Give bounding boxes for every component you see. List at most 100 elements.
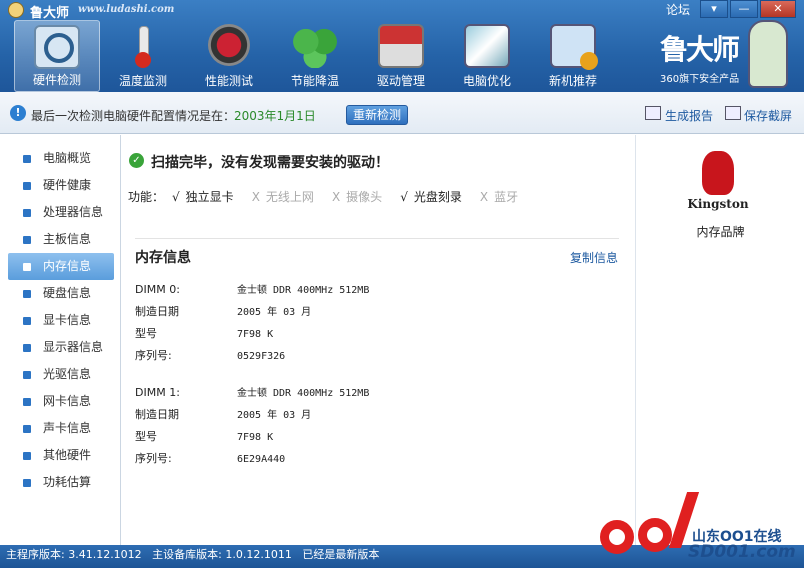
sidebar-item-label: 其他硬件: [43, 448, 92, 462]
sidebar-item-monitor[interactable]: 显示器信息: [8, 334, 114, 361]
mascot-icon: [748, 20, 788, 88]
sidebar-item-disk[interactable]: 硬盘信息: [8, 280, 114, 307]
info-value: 6E29A440: [237, 454, 286, 465]
feature-label: 独立显卡: [185, 190, 234, 204]
nav-label: 节能降温: [290, 74, 339, 88]
sidebar-item-optical[interactable]: 光驱信息: [8, 361, 114, 388]
bullet-icon: [23, 479, 31, 487]
app-logo-icon: [8, 2, 24, 18]
info-value: 金士顿 DDR 400MHz 512MB: [237, 388, 370, 399]
bullet-icon: [23, 263, 31, 271]
feature-item: X 摄像头: [332, 188, 382, 205]
sidebar-item-network[interactable]: 网卡信息: [8, 388, 114, 415]
info-key: DIMM 1:: [135, 386, 180, 399]
info-bar: ! 最后一次检测电脑硬件配置情况是在： 2003年1月1日 重新检测 生成报告 …: [0, 92, 804, 134]
info-key: DIMM 0:: [135, 283, 180, 296]
watermark-en: SD001.com: [688, 542, 796, 562]
feature-label: 摄像头: [346, 190, 383, 204]
brand-name: 鲁大师: [660, 33, 740, 66]
generate-report-link[interactable]: 生成报告: [665, 107, 713, 124]
sidebar-item-overview[interactable]: 电脑概览: [8, 145, 114, 172]
sidebar-item-label: 光驱信息: [43, 367, 92, 381]
info-row: DIMM 0: 金士顿 DDR 400MHz 512MB: [135, 281, 369, 296]
bullet-icon: [23, 209, 31, 217]
sidebar-item-memory[interactable]: 内存信息: [8, 253, 114, 280]
copy-info-link[interactable]: 复制信息: [570, 249, 618, 266]
feature-item: √ 光盘刻录: [400, 188, 462, 205]
sidebar-item-other[interactable]: 其他硬件: [8, 442, 114, 469]
info-row: 型号 7F98 K: [135, 428, 273, 444]
driver-box-icon: [378, 24, 424, 68]
check-icon: ✓: [129, 153, 144, 168]
sidebar-item-label: 声卡信息: [43, 421, 92, 435]
nav-hardware-detect[interactable]: 硬件检测: [14, 20, 100, 92]
nav-driver[interactable]: 驱动管理: [358, 20, 444, 92]
recheck-button[interactable]: 重新检测: [346, 105, 408, 125]
info-key: 制造日期: [135, 408, 179, 421]
nav-optimize[interactable]: 电脑优化: [444, 20, 530, 92]
feature-item: X 无线上网: [252, 188, 314, 205]
info-key: 制造日期: [135, 305, 179, 318]
main-nav: 硬件检测 温度监测 性能测试 节能降温 驱动管理 电脑优化 新机推荐: [14, 20, 616, 92]
nav-energy[interactable]: 节能降温: [272, 20, 358, 92]
report-icon: [645, 106, 661, 120]
camera-icon: [725, 106, 741, 120]
info-value: 2005 年 03 月: [237, 307, 312, 318]
info-row: 序列号: 0529F326: [135, 347, 285, 363]
speedometer-icon: [208, 24, 250, 66]
info-row: DIMM 1: 金士顿 DDR 400MHz 512MB: [135, 384, 369, 399]
brand-tagline: 360旗下安全产品: [660, 74, 740, 85]
nav-label: 温度监测: [118, 74, 167, 88]
sidebar-item-sound[interactable]: 声卡信息: [8, 415, 114, 442]
sidebar-item-motherboard[interactable]: 主板信息: [8, 226, 114, 253]
info-row: 制造日期 2005 年 03 月: [135, 406, 311, 422]
sidebar-item-cpu[interactable]: 处理器信息: [8, 199, 114, 226]
watermark-logo-icon: [638, 518, 672, 552]
monitor-broom-icon: [464, 24, 510, 68]
sidebar-item-label: 内存信息: [43, 259, 92, 273]
bullet-icon: [23, 317, 31, 325]
kingston-logo-text: Kingston: [687, 197, 749, 211]
menu-dropdown-button[interactable]: ▾: [700, 0, 728, 18]
sidebar-item-power[interactable]: 功耗估算: [8, 469, 114, 496]
nav-temperature[interactable]: 温度监测: [100, 20, 186, 92]
sidebar-item-label: 硬件健康: [43, 178, 92, 192]
nav-label: 硬件检测: [32, 73, 81, 87]
bullet-icon: [23, 398, 31, 406]
bullet-icon: [23, 425, 31, 433]
feature-mark: √: [172, 190, 180, 204]
bullet-icon: [23, 290, 31, 298]
sidebar-item-label: 硬盘信息: [43, 286, 92, 300]
close-button[interactable]: ✕: [760, 0, 796, 18]
last-check-date: 2003年1月1日: [234, 109, 316, 123]
bullet-icon: [23, 155, 31, 163]
nav-label: 驱动管理: [376, 74, 425, 88]
sidebar-item-health[interactable]: 硬件健康: [8, 172, 114, 199]
feature-label: 无线上网: [265, 190, 314, 204]
sidebar: 电脑概览 硬件健康 处理器信息 主板信息 内存信息 硬盘信息 显卡信息 显示器信…: [0, 135, 121, 545]
bullet-icon: [23, 182, 31, 190]
info-key: 型号: [135, 430, 157, 443]
info-value: 7F98 K: [237, 329, 274, 340]
features-label: 功能：: [128, 190, 165, 204]
app-url: www.ludashi.com: [78, 4, 175, 15]
nav-new-pc[interactable]: 新机推荐: [530, 20, 616, 92]
nav-performance[interactable]: 性能测试: [186, 20, 272, 92]
sidebar-item-label: 显卡信息: [43, 313, 92, 327]
info-key: 型号: [135, 327, 157, 340]
feature-item: X 蓝牙: [480, 188, 518, 205]
forum-link[interactable]: 论坛: [666, 1, 690, 18]
monitor-medal-icon: [550, 24, 598, 70]
kingston-head-icon: [702, 151, 734, 195]
memory-brand-label: 内存品牌: [696, 225, 745, 239]
save-screenshot-link[interactable]: 保存截屏: [744, 107, 792, 124]
info-icon: !: [10, 105, 26, 121]
features-row: 功能： √ 独立显卡 X 无线上网 X 摄像头 √ 光盘刻录 X 蓝牙: [128, 188, 536, 205]
thermometer-icon: [120, 24, 166, 68]
info-value: 7F98 K: [237, 432, 274, 443]
sidebar-item-gpu[interactable]: 显卡信息: [8, 307, 114, 334]
minimize-button[interactable]: —: [730, 0, 758, 18]
info-row: 制造日期 2005 年 03 月: [135, 303, 311, 319]
info-value: 2005 年 03 月: [237, 410, 312, 421]
sidebar-item-label: 网卡信息: [43, 394, 92, 408]
